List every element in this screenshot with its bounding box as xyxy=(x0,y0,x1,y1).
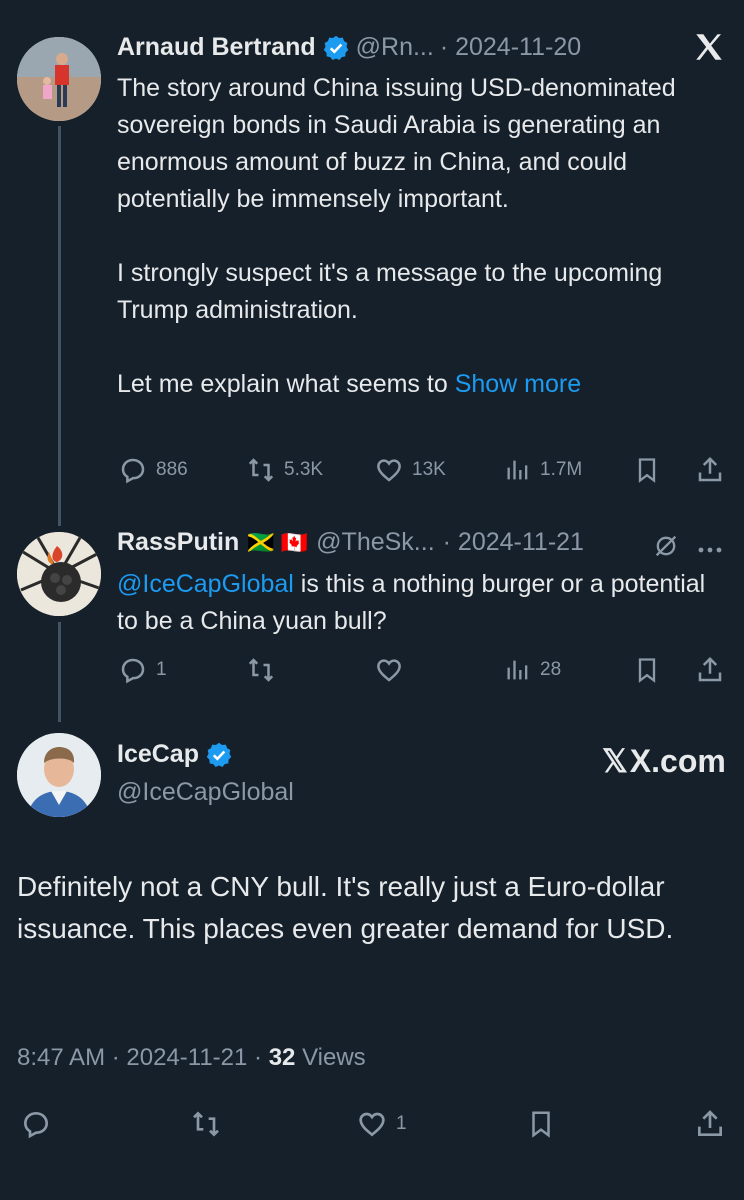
repost-icon xyxy=(248,458,274,482)
thread-line xyxy=(58,126,61,526)
repost-icon xyxy=(193,1111,219,1137)
share-button[interactable] xyxy=(695,455,725,485)
view-count: 32 xyxy=(268,1044,296,1071)
x-com-watermark: 𝕏 X.com xyxy=(602,742,726,780)
repost-count: 5.3K xyxy=(284,459,324,480)
avatar[interactable] xyxy=(17,733,101,817)
views-count: 28 xyxy=(540,659,562,680)
reply-button[interactable]: 1 xyxy=(118,655,167,685)
author-name[interactable]: Arnaud Bertrand xyxy=(117,33,316,62)
share-button[interactable] xyxy=(694,1108,726,1140)
repost-button[interactable] xyxy=(246,655,276,685)
author-handle[interactable]: @TheSk... xyxy=(316,528,434,557)
author-handle[interactable]: @IceCapGlobal xyxy=(117,778,294,807)
views-count: 1.7M xyxy=(540,459,583,480)
author-name[interactable]: IceCap xyxy=(117,740,199,769)
views-button[interactable]: 1.7M xyxy=(504,455,582,485)
thread-line xyxy=(58,622,61,722)
reply-count: 886 xyxy=(156,459,188,480)
author-name[interactable]: RassPutin xyxy=(117,528,239,557)
repost-button[interactable] xyxy=(190,1108,222,1140)
watermark-text: X.com xyxy=(629,743,726,779)
tweet-paragraph: Let me explain what seems to Show more xyxy=(117,366,717,403)
bookmark-icon xyxy=(638,458,656,483)
bookmark-icon xyxy=(532,1111,550,1138)
heart-icon xyxy=(377,659,401,682)
mention-link[interactable]: @IceCapGlobal xyxy=(117,570,294,598)
bookmark-button[interactable] xyxy=(526,1108,556,1140)
show-more-link[interactable]: Show more xyxy=(455,370,581,398)
tweet-header: IceCap xyxy=(117,740,233,769)
verified-icon xyxy=(323,35,348,60)
reply-button[interactable] xyxy=(20,1108,52,1140)
more-icon[interactable] xyxy=(697,538,723,564)
share-button[interactable] xyxy=(695,655,725,685)
avatar[interactable] xyxy=(17,37,101,121)
reply-button[interactable]: 886 xyxy=(118,455,188,485)
flag-emojis: 🇯🇲 🇨🇦 xyxy=(247,529,309,555)
share-icon xyxy=(698,456,722,482)
bookmark-button[interactable] xyxy=(633,455,661,485)
repost-button[interactable]: 5.3K xyxy=(246,455,323,485)
views-label: Views xyxy=(295,1044,366,1071)
like-button[interactable]: 13K xyxy=(374,455,446,485)
like-count: 13K xyxy=(412,459,446,480)
tweet-text: @IceCapGlobal is this a nothing burger o… xyxy=(117,566,717,640)
views-icon xyxy=(507,460,528,480)
share-icon xyxy=(698,1110,722,1136)
avatar[interactable] xyxy=(17,532,101,616)
tweet-paragraph: The story around China issuing USD-denom… xyxy=(117,74,676,213)
verified-icon xyxy=(206,742,232,767)
tweet-timestamp[interactable]: 8:47 AM · 2024-11-21 · xyxy=(17,1044,269,1071)
author-handle[interactable]: @Rn... xyxy=(356,33,434,62)
tweet-header: RassPutin 🇯🇲 🇨🇦 @TheSk... · 2024-11-21 xyxy=(117,528,584,557)
tweet-header: Arnaud Bertrand @Rn... · 2024-11-20 xyxy=(117,33,581,62)
x-logo-small-icon: 𝕏 xyxy=(602,743,628,779)
main-tweet-text: Definitely not a CNY bull. It's really j… xyxy=(17,871,674,944)
x-logo-icon[interactable] xyxy=(692,30,728,70)
like-count: 1 xyxy=(396,1113,407,1134)
repost-icon xyxy=(248,658,274,682)
tweet-paragraph: I strongly suspect it's a message to the… xyxy=(117,259,663,324)
tweet-paragraph-text: Let me explain what seems to xyxy=(117,370,448,398)
grok-icon[interactable] xyxy=(652,532,680,565)
tweet-date[interactable]: · 2024-11-21 xyxy=(443,528,584,557)
views-button[interactable]: 28 xyxy=(504,655,561,685)
reply-icon xyxy=(23,1111,49,1139)
tweet-text: The story around China issuing USD-denom… xyxy=(117,70,717,403)
like-button[interactable] xyxy=(374,655,404,685)
heart-icon xyxy=(377,459,401,482)
views-icon xyxy=(507,660,528,680)
reply-count: 1 xyxy=(156,659,167,680)
like-button[interactable]: 1 xyxy=(356,1108,407,1140)
reply-icon xyxy=(121,458,145,484)
tweet-metadata: 8:47 AM · 2024-11-21 · 32 Views xyxy=(17,1044,366,1072)
bookmark-icon xyxy=(638,658,656,683)
bookmark-button[interactable] xyxy=(633,655,661,685)
share-icon xyxy=(698,656,722,682)
heart-icon xyxy=(359,1112,385,1137)
tweet-date[interactable]: · 2024-11-20 xyxy=(440,33,581,62)
reply-icon xyxy=(121,658,145,684)
